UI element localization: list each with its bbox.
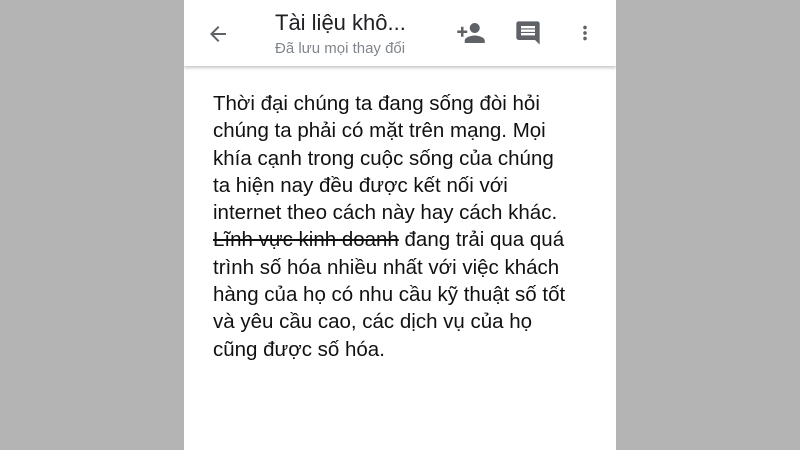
- back-button[interactable]: [202, 18, 234, 50]
- document-screen: Tài liệu khô... Đã lưu mọi thay đổi Thời…: [184, 0, 616, 450]
- more-vert-icon: [583, 25, 587, 41]
- paragraph-line: internet theo cách này hay cách khác.: [213, 201, 558, 225]
- person-add-icon: [457, 23, 485, 43]
- save-status: Đã lưu mọi thay đổi: [275, 40, 406, 57]
- arrow-back-icon: [210, 26, 226, 42]
- document-body[interactable]: Thời đại chúng ta đang sống đòi hỏi chún…: [213, 90, 603, 363]
- comment-icon: [516, 21, 540, 45]
- more-options-button[interactable]: [574, 17, 596, 49]
- add-person-button[interactable]: [454, 17, 488, 49]
- paragraph-line: ta hiện nay đều được kết nối với: [213, 173, 508, 197]
- comment-button[interactable]: [512, 17, 544, 49]
- paragraph-line: khía cạnh trong cuộc sống của chúng: [213, 146, 554, 170]
- paragraph-line: chúng ta phải có mặt trên mạng. Mọi: [213, 119, 546, 143]
- document-paragraph[interactable]: Thời đại chúng ta đang sống đòi hỏi chún…: [213, 90, 603, 363]
- strikethrough-text: Lĩnh vực kinh doanh: [213, 228, 399, 252]
- title-area[interactable]: Tài liệu khô... Đã lưu mọi thay đổi: [275, 8, 445, 59]
- app-toolbar: Tài liệu khô... Đã lưu mọi thay đổi: [184, 0, 616, 66]
- paragraph-line: cũng được số hóa.: [213, 337, 385, 361]
- paragraph-line: trình số hóa nhiều nhất với việc khách: [213, 255, 560, 279]
- paragraph-line: đang trải qua quá: [398, 228, 565, 252]
- paragraph-line: Thời đại chúng ta đang sống đòi hỏi: [213, 92, 540, 115]
- document-title: Tài liệu khô...: [275, 10, 406, 35]
- paragraph-line: và yêu cầu cao, các dịch vụ của họ: [213, 310, 533, 334]
- paragraph-line: hàng của họ có nhu cầu kỹ thuật số tốt: [213, 283, 566, 307]
